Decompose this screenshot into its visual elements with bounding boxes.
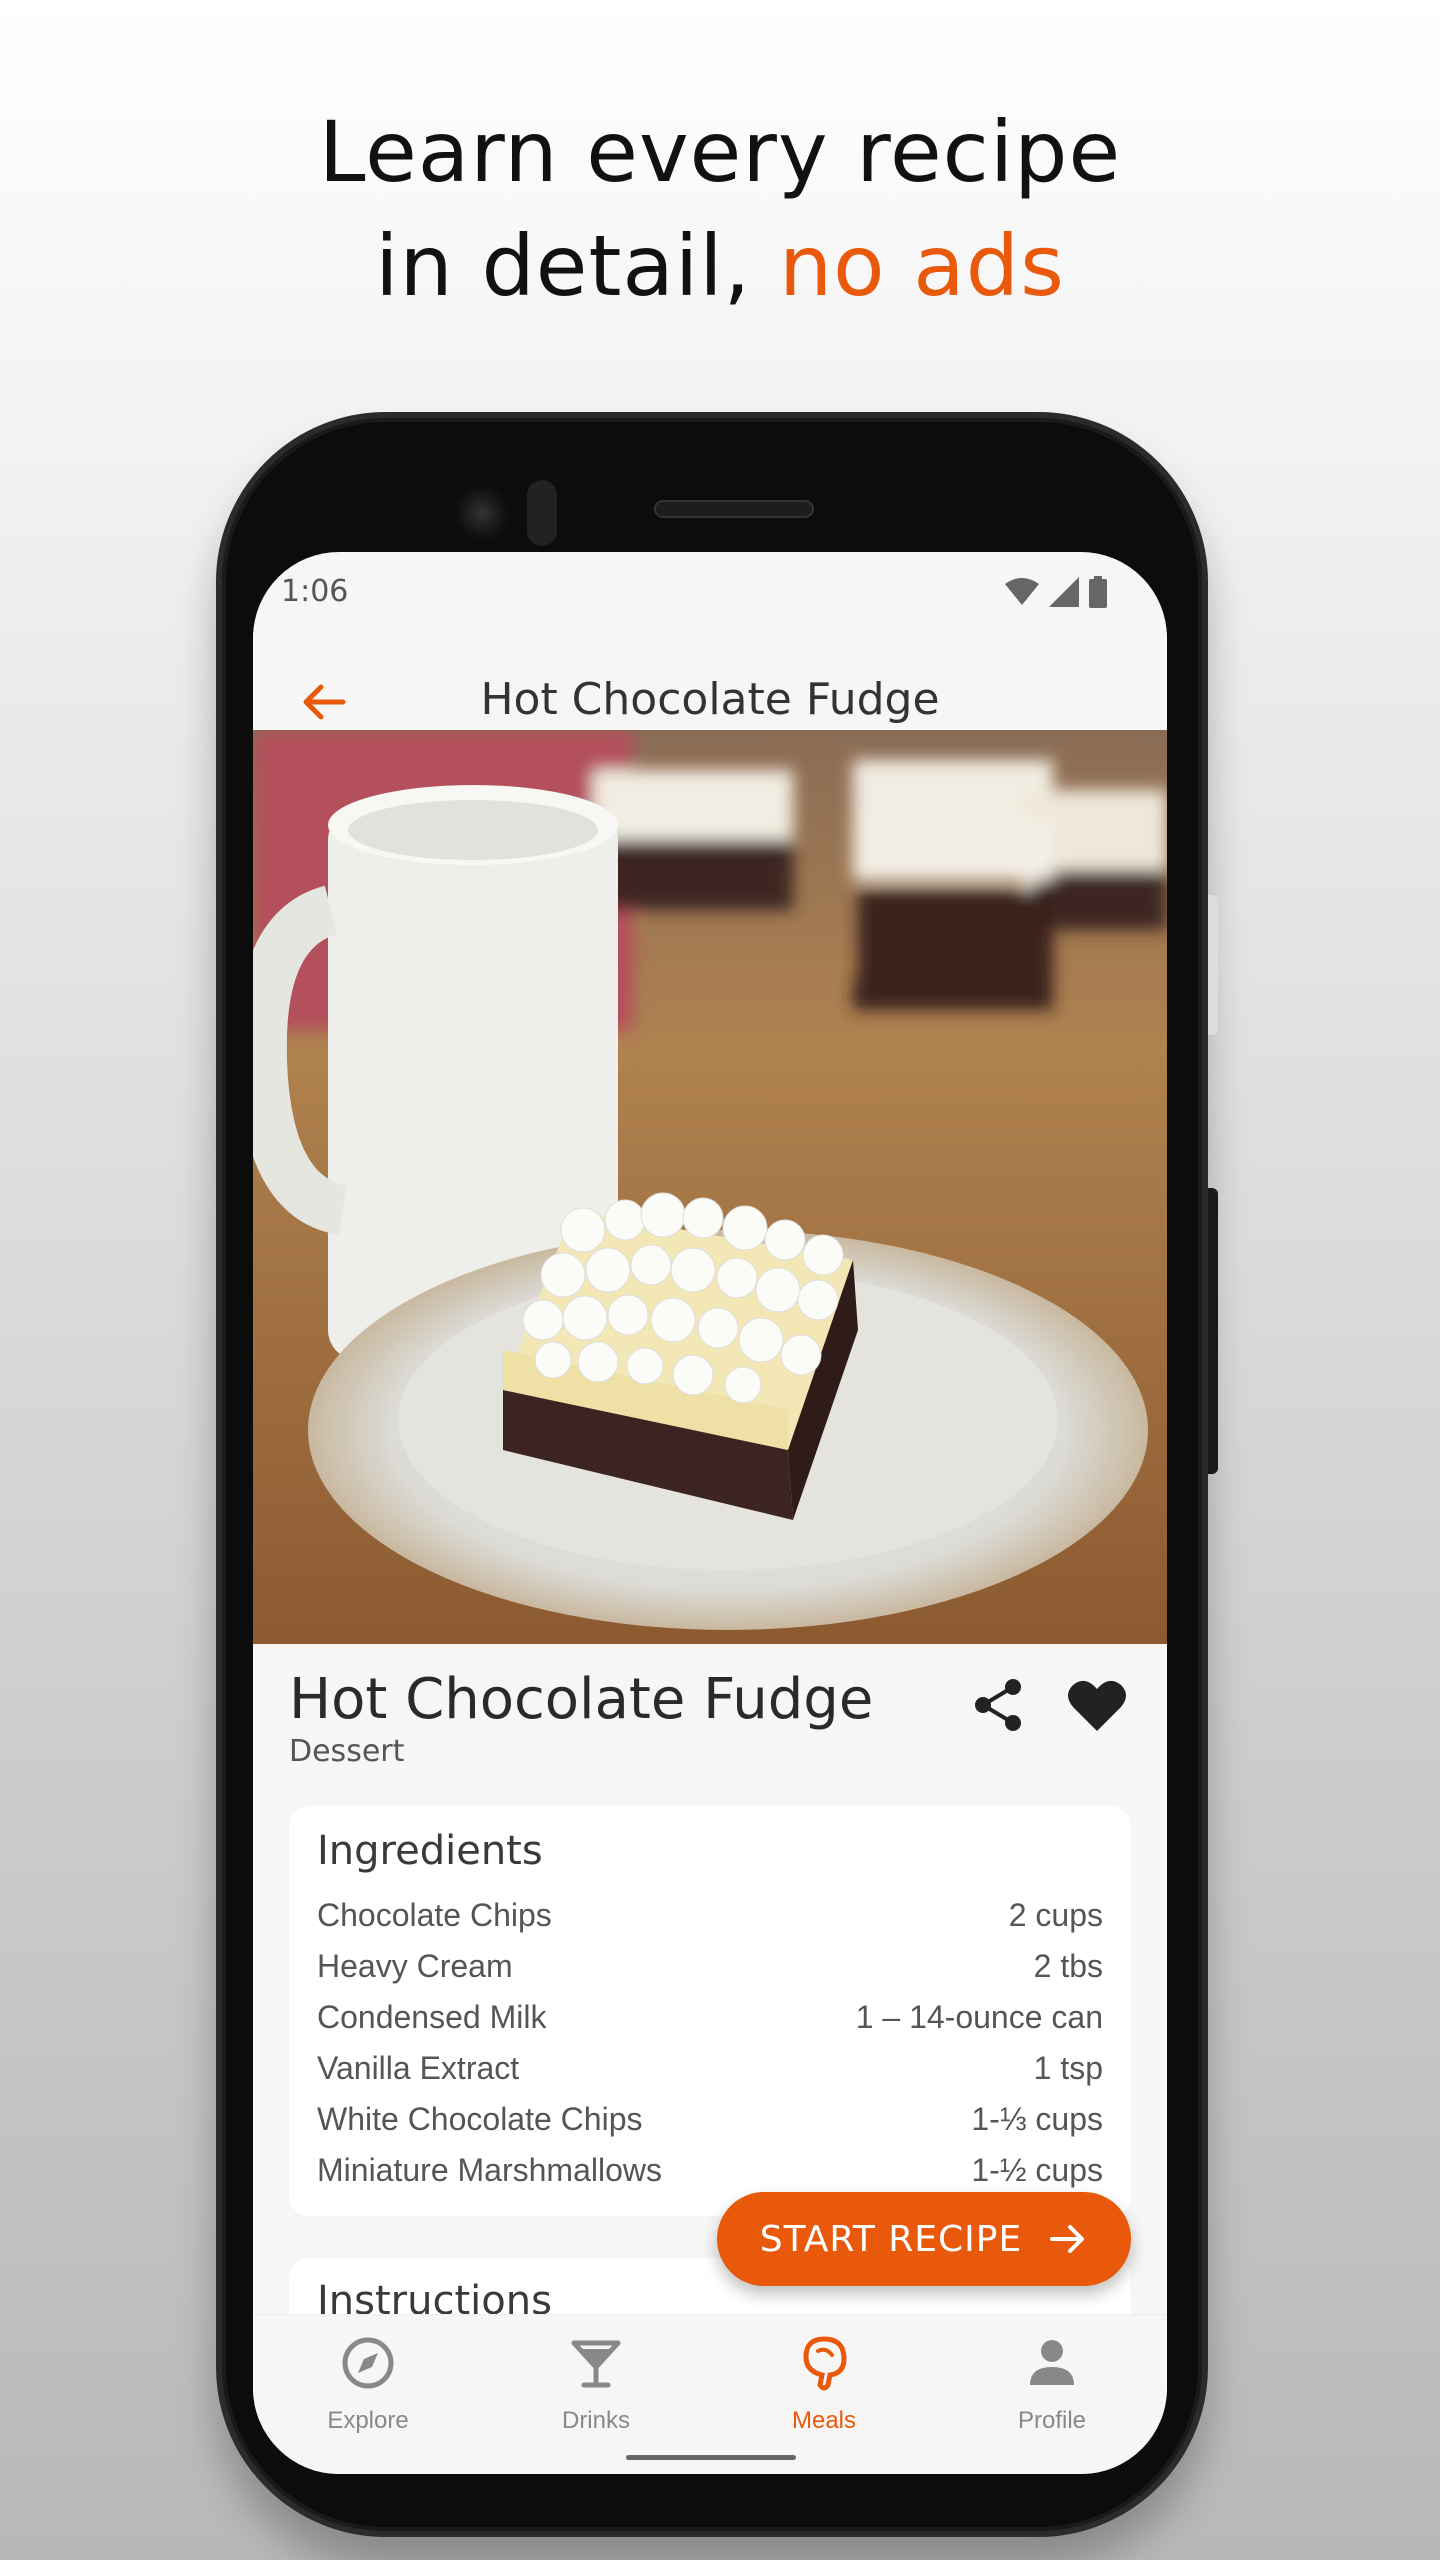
- ingredient-name: Vanilla Extract: [317, 2050, 520, 2086]
- promo-headline: Learn every recipe in detail, no ads: [0, 95, 1440, 323]
- app-screen: 1:06 Hot Chocolate Fudge Hot Chocolate F…: [253, 552, 1167, 2474]
- ingredient-row: Vanilla Extract 1 tsp: [317, 2043, 1103, 2094]
- proximity-sensor: [527, 480, 557, 546]
- bottom-navigation: Explore Drinks Meals Profile: [253, 2314, 1167, 2474]
- recipe-header: Hot Chocolate Fudge Dessert: [289, 1667, 1129, 1787]
- ingredient-row: Miniature Marshmallows 1-½ cups: [317, 2145, 1103, 2196]
- cocktail-icon: [571, 2340, 621, 2388]
- nav-label: Explore: [327, 2407, 409, 2434]
- headline-line-2: in detail, no ads: [0, 209, 1440, 323]
- start-recipe-button[interactable]: START RECIPE: [717, 2192, 1131, 2286]
- nav-item-profile[interactable]: Profile: [952, 2333, 1152, 2435]
- headline-accent: no ads: [778, 217, 1065, 315]
- ingredient-qty: 1-⅓ cups: [971, 2101, 1103, 2137]
- nav-item-drinks[interactable]: Drinks: [496, 2333, 696, 2435]
- ingredients-heading: Ingredients: [317, 1828, 543, 1874]
- earpiece-speaker: [654, 500, 814, 518]
- ingredient-name: White Chocolate Chips: [317, 2101, 643, 2137]
- signal-icon: [1049, 577, 1079, 607]
- nav-label: Profile: [1017, 2407, 1087, 2434]
- recipe-category: Dessert: [289, 1734, 405, 1769]
- ingredient-row: Condensed Milk 1 – 14-ounce can: [317, 1992, 1103, 2043]
- ingredients-list: Chocolate Chips 2 cups Heavy Cream 2 tbs C…: [317, 1890, 1103, 2196]
- ingredient-qty: 1 tsp: [1033, 2050, 1103, 2086]
- person-icon: [1030, 2340, 1074, 2385]
- ingredient-row: Chocolate Chips 2 cups: [317, 1890, 1103, 1941]
- home-indicator[interactable]: [626, 2455, 796, 2460]
- nav-item-explore[interactable]: Explore: [268, 2333, 468, 2435]
- ingredient-row: White Chocolate Chips 1-⅓ cups: [317, 2094, 1103, 2145]
- arrow-right-icon: [1050, 2225, 1085, 2253]
- volume-button: [1208, 1188, 1218, 1474]
- wifi-icon: [1005, 578, 1039, 605]
- ingredient-name: Heavy Cream: [317, 1948, 513, 1984]
- ingredient-row: Heavy Cream 2 tbs: [317, 1941, 1103, 1992]
- status-icons: [1005, 576, 1107, 608]
- ingredient-name: Miniature Marshmallows: [317, 2152, 662, 2188]
- headline-line-1: Learn every recipe: [318, 103, 1122, 201]
- ingredient-name: Condensed Milk: [317, 1999, 547, 2035]
- status-time: 1:06: [281, 574, 349, 609]
- headline-prefix: in detail,: [375, 217, 779, 315]
- ingredient-qty: 2 tbs: [1033, 1948, 1103, 1984]
- nav-item-meals[interactable]: Meals: [724, 2333, 924, 2435]
- drumstick-icon: [803, 2336, 847, 2391]
- battery-icon: [1089, 576, 1107, 608]
- ingredient-qty: 1-½ cups: [971, 2152, 1103, 2188]
- nav-label: Meals: [791, 2407, 857, 2434]
- favorite-heart-icon[interactable]: [1065, 1673, 1129, 1737]
- ingredient-qty: 2 cups: [1008, 1897, 1103, 1933]
- front-camera: [452, 483, 512, 543]
- recipe-photo: [253, 730, 1167, 1644]
- compass-icon: [342, 2337, 394, 2389]
- app-bar-title: Hot Chocolate Fudge: [480, 674, 940, 725]
- start-recipe-label: START RECIPE: [759, 2218, 1023, 2260]
- nav-label: Drinks: [561, 2407, 630, 2434]
- power-button: [1208, 895, 1218, 1035]
- ingredient-name: Chocolate Chips: [317, 1897, 552, 1933]
- ingredients-card: Ingredients Chocolate Chips 2 cups Heavy …: [289, 1806, 1131, 2216]
- status-bar: 1:06: [253, 552, 1167, 632]
- ingredient-qty: 1 – 14-ounce can: [855, 1999, 1103, 2035]
- share-icon[interactable]: [969, 1675, 1029, 1735]
